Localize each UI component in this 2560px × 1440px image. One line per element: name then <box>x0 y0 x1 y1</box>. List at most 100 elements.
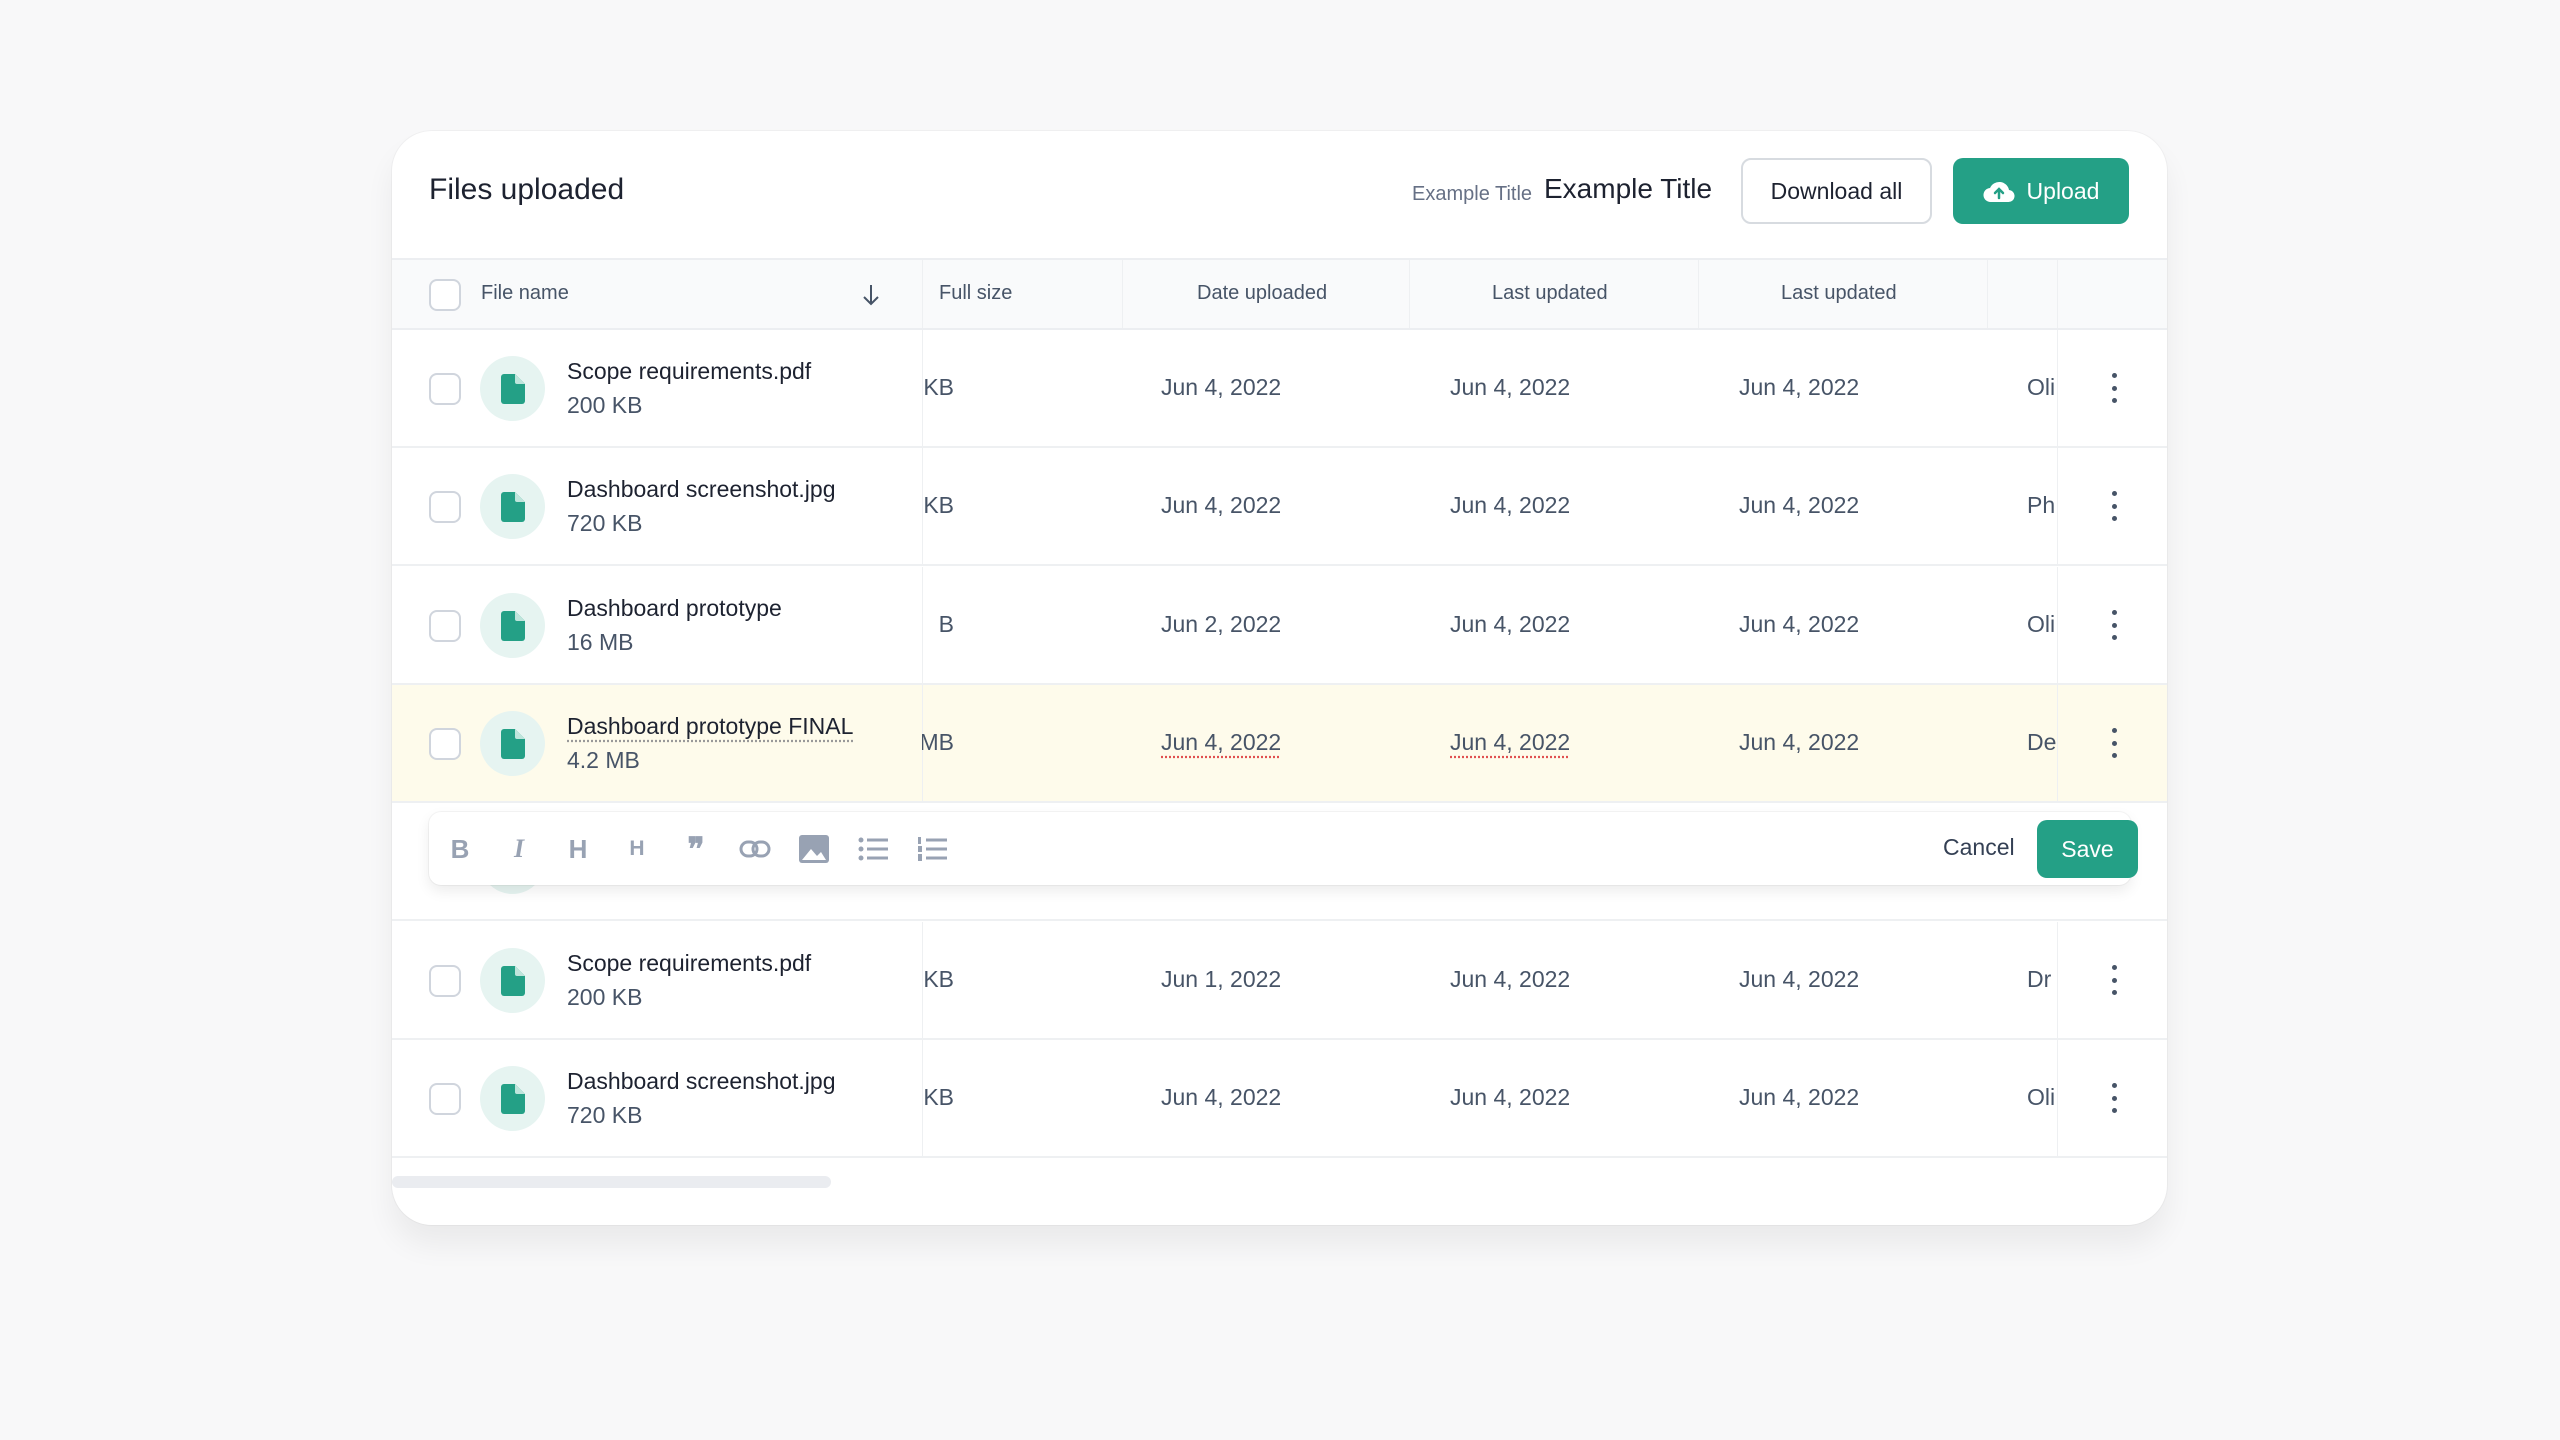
owner: Ph <box>2027 492 2056 518</box>
heading-2-button[interactable]: H <box>620 832 654 866</box>
file-name[interactable]: Dashboard prototype <box>567 595 782 622</box>
row-checkbox[interactable] <box>429 610 461 642</box>
more-options-icon[interactable] <box>2102 370 2126 406</box>
upload-cloud-icon <box>1983 181 2015 203</box>
column-last-updated[interactable]: Last updated <box>1492 282 1608 305</box>
heading-1-button[interactable]: H <box>561 832 595 866</box>
example-title-small: Example Title <box>1412 183 1533 205</box>
more-options-icon[interactable] <box>2102 1080 2126 1116</box>
last-updated-2: Jun 4, 2022 <box>1739 1084 1860 1110</box>
full-size: B <box>938 611 954 637</box>
file-icon-badge <box>480 474 545 539</box>
owner: Oli <box>2027 1084 2056 1110</box>
row-checkbox[interactable] <box>429 491 461 523</box>
bullet-list-icon <box>858 837 888 861</box>
last-updated-2: Jun 4, 2022 <box>1739 966 1860 992</box>
file-size: 200 KB <box>567 392 643 418</box>
file-name[interactable]: Dashboard screenshot.jpg <box>567 1068 836 1095</box>
date-uploaded: Jun 4, 2022 <box>1161 492 1282 518</box>
file-icon-badge <box>480 593 545 658</box>
image-button[interactable] <box>797 832 831 866</box>
file-size: 16 MB <box>567 629 634 655</box>
link-icon <box>739 840 771 858</box>
upload-label: Upload <box>2026 177 2100 204</box>
file-icon-badge <box>480 948 545 1013</box>
table-row[interactable]: Scope requirements.pdf 200 KB KB Jun 4, … <box>392 330 2167 448</box>
date-uploaded: Jun 4, 2022 <box>1161 729 1282 755</box>
example-title: Example Title <box>1544 173 1713 204</box>
save-button[interactable]: Save <box>2037 820 2138 878</box>
column-full-size[interactable]: Full size <box>939 282 1012 305</box>
more-options-icon[interactable] <box>2102 607 2126 643</box>
file-size: 720 KB <box>567 510 643 536</box>
quote-button[interactable]: ❞ <box>679 831 713 867</box>
row-checkbox[interactable] <box>429 728 461 760</box>
date-uploaded: Jun 4, 2022 <box>1161 374 1282 400</box>
date-uploaded: Jun 2, 2022 <box>1161 611 1282 637</box>
files-card: Files uploaded Example Title Example Tit… <box>392 131 2167 1225</box>
sort-arrow-down-icon[interactable] <box>860 282 882 308</box>
italic-button[interactable]: I <box>502 832 536 866</box>
numbered-list-icon <box>918 837 947 861</box>
cancel-button[interactable]: Cancel <box>1943 834 2015 861</box>
file-icon <box>500 965 525 996</box>
more-options-icon[interactable] <box>2102 962 2126 998</box>
file-name[interactable]: Scope requirements.pdf <box>567 358 811 385</box>
file-name[interactable]: Scope requirements.pdf <box>567 950 811 977</box>
file-icon <box>500 728 525 759</box>
full-size: KB <box>923 1084 954 1110</box>
page-title: Files uploaded <box>429 173 625 206</box>
file-icon <box>500 491 525 522</box>
file-size: 720 KB <box>567 1102 643 1128</box>
select-all-checkbox[interactable] <box>429 279 461 311</box>
full-size: MB <box>922 729 954 755</box>
last-updated-2: Jun 4, 2022 <box>1739 729 1860 755</box>
last-updated: Jun 4, 2022 <box>1450 1084 1571 1110</box>
full-size: KB <box>923 492 954 518</box>
download-all-button[interactable]: Download all <box>1741 158 1932 224</box>
file-icon-badge <box>480 711 545 776</box>
full-size: KB <box>923 966 954 992</box>
numbered-list-button[interactable] <box>915 832 949 866</box>
horizontal-scrollbar[interactable] <box>392 1176 831 1188</box>
date-uploaded: Jun 4, 2022 <box>1161 1084 1282 1110</box>
owner: Oli <box>2027 611 2056 637</box>
last-updated-2: Jun 4, 2022 <box>1739 374 1860 400</box>
full-size: KB <box>923 374 954 400</box>
bold-button[interactable]: B <box>443 832 477 866</box>
table-row[interactable]: Dashboard prototype FINAL 4.2 MB MB Jun … <box>392 685 2167 803</box>
row-checkbox[interactable] <box>429 373 461 405</box>
file-icon <box>500 373 525 404</box>
row-checkbox[interactable] <box>429 1083 461 1115</box>
table-row[interactable]: Dashboard screenshot.jpg 720 KB KB Jun 4… <box>392 1040 2167 1158</box>
bullet-list-button[interactable] <box>856 832 890 866</box>
file-name[interactable]: Dashboard prototype FINAL <box>567 713 853 740</box>
column-last-updated-2[interactable]: Last updated <box>1781 282 1897 305</box>
column-date-uploaded[interactable]: Date uploaded <box>1197 282 1327 305</box>
file-icon <box>500 610 525 641</box>
upload-button[interactable]: Upload <box>1953 158 2129 224</box>
last-updated: Jun 4, 2022 <box>1450 966 1571 992</box>
last-updated-2: Jun 4, 2022 <box>1739 611 1860 637</box>
more-options-icon[interactable] <box>2102 488 2126 524</box>
owner: Dr <box>2027 966 2052 992</box>
column-file-name[interactable]: File name <box>481 282 569 305</box>
owner: De <box>2027 729 2057 755</box>
file-name[interactable]: Dashboard screenshot.jpg <box>567 476 836 503</box>
download-all-label: Download all <box>1770 177 1903 204</box>
last-updated: Jun 4, 2022 <box>1450 611 1571 637</box>
table-row[interactable]: Dashboard screenshot.jpg 720 KB KB Jun 4… <box>392 448 2167 566</box>
last-updated-2: Jun 4, 2022 <box>1739 492 1860 518</box>
last-updated: Jun 4, 2022 <box>1450 729 1571 755</box>
owner: Oli <box>2027 374 2056 400</box>
file-size: 200 KB <box>567 984 643 1010</box>
link-button[interactable] <box>738 832 772 866</box>
table-row[interactable]: Dashboard prototype 16 MB B Jun 2, 2022 … <box>392 567 2167 685</box>
table-row[interactable]: Scope requirements.pdf 200 KB KB Jun 1, … <box>392 922 2167 1040</box>
more-options-icon[interactable] <box>2102 725 2126 761</box>
image-icon <box>799 835 829 863</box>
date-uploaded: Jun 1, 2022 <box>1161 966 1282 992</box>
last-updated: Jun 4, 2022 <box>1450 492 1571 518</box>
table-header: File name Full size Date uploaded Last u… <box>392 258 2167 330</box>
row-checkbox[interactable] <box>429 965 461 997</box>
